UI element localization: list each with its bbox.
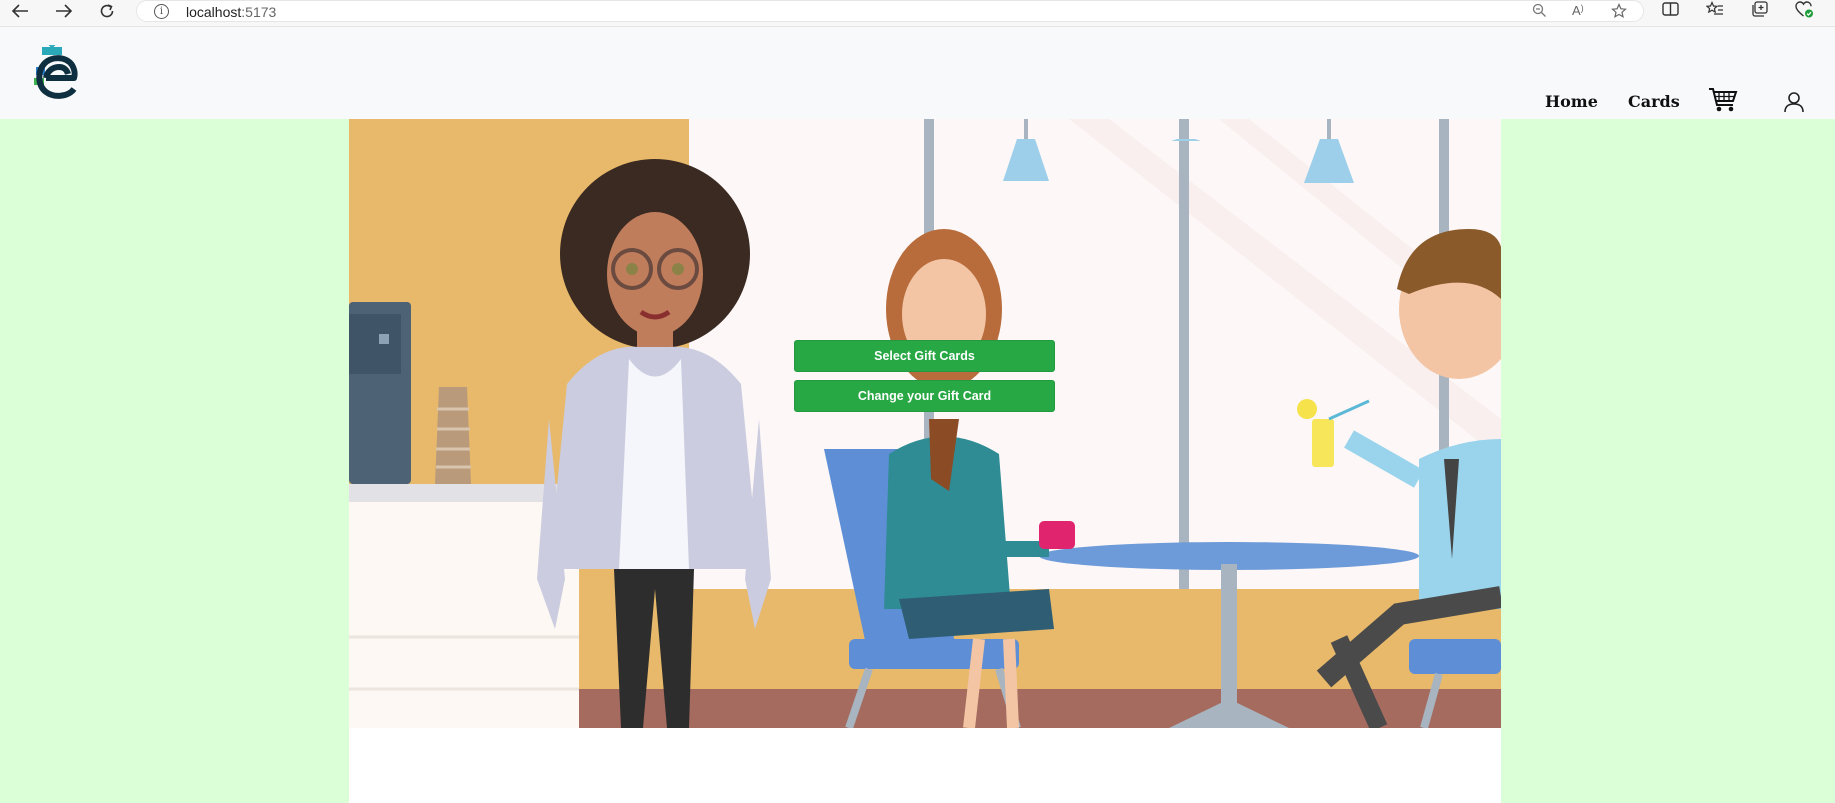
- url-text: localhost:5173: [186, 4, 277, 20]
- favorites-list-icon[interactable]: [1705, 0, 1724, 22]
- browser-essentials-icon[interactable]: [1795, 1, 1814, 23]
- split-screen-icon[interactable]: [1662, 1, 1679, 22]
- forward-arrow-icon[interactable]: [50, 0, 78, 22]
- zoom-out-icon[interactable]: [1532, 3, 1547, 22]
- app-header: Home Cards: [0, 27, 1835, 119]
- info-icon[interactable]: i: [154, 4, 169, 19]
- read-aloud-icon[interactable]: A): [1572, 3, 1584, 18]
- brand-logo[interactable]: [30, 42, 78, 99]
- browser-toolbar: i localhost:5173 A): [0, 0, 1835, 27]
- select-gift-cards-button[interactable]: Select Gift Cards: [794, 340, 1055, 372]
- nav-cards-link[interactable]: Cards: [1628, 92, 1680, 111]
- refresh-icon[interactable]: [93, 0, 121, 22]
- cart-icon[interactable]: [1708, 87, 1738, 118]
- user-icon[interactable]: [1783, 91, 1805, 118]
- address-bar[interactable]: i localhost:5173 A): [136, 0, 1644, 22]
- favorite-star-icon[interactable]: [1611, 3, 1627, 23]
- nav-home-link[interactable]: Home: [1545, 92, 1598, 111]
- collections-icon[interactable]: [1751, 1, 1768, 22]
- hero-illustration: Select Gift Cards Change your Gift Card: [349, 119, 1501, 728]
- main-content: Select Gift Cards Change your Gift Card: [349, 119, 1501, 803]
- back-arrow-icon[interactable]: [6, 0, 34, 22]
- change-gift-card-button[interactable]: Change your Gift Card: [794, 380, 1055, 412]
